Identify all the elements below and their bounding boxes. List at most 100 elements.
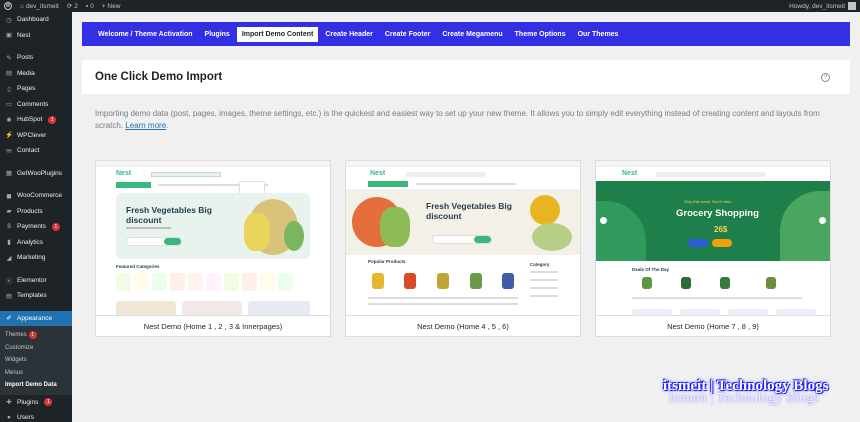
nest-icon: ▣: [5, 32, 13, 40]
wpclever-icon: ⚡: [5, 132, 14, 140]
sidebar-item-label: Templates: [17, 292, 47, 300]
sidebar-item-label: Elementor: [17, 276, 47, 284]
sidebar-item-label: HubSpot: [17, 116, 43, 124]
site-name-link[interactable]: ⌂ dev_itsmeit: [20, 0, 59, 12]
sidebar-item-posts[interactable]: ✎ Posts: [0, 50, 72, 66]
dashboard-icon: ◷: [6, 16, 12, 24]
main-content: Welcome / Theme Activation Plugins Import …: [72, 12, 860, 422]
help-icon[interactable]: ?: [821, 73, 830, 82]
sidebar-item-nest[interactable]: ▣ Nest: [0, 28, 72, 44]
nest-logo: Nest: [622, 170, 638, 177]
sidebar-item-payments[interactable]: $ Payments 1: [0, 219, 72, 235]
plugin-icon: ▦: [5, 170, 13, 178]
new-content-link[interactable]: + New: [102, 0, 121, 12]
sidebar-item-appearance[interactable]: ✐ Appearance: [0, 310, 72, 326]
demo-screenshot[interactable]: Nest Fresh Vegetables Big discount Featu…: [96, 161, 330, 316]
nest-logo: Nest: [116, 170, 132, 177]
woocommerce-icon: ◼: [6, 192, 12, 200]
tab-create-header[interactable]: Create Header: [320, 27, 377, 42]
avatar[interactable]: [848, 2, 856, 10]
sidebar-item-label: Appearance: [17, 314, 53, 322]
sidebar-item-getwooplugins[interactable]: ▦ GetWooPlugins: [0, 166, 72, 182]
sidebar-item-label: Payments: [17, 223, 46, 231]
demo-caption: Nest Demo (Home 4 , 5 , 6): [417, 322, 509, 331]
sidebar-item-contact[interactable]: ✉ Contact: [0, 143, 72, 159]
sidebar-item-label: Posts: [17, 54, 34, 62]
demo-card[interactable]: Nest Only this week. Don't miss... Groce…: [595, 160, 831, 337]
updates-link[interactable]: ⟳ 2: [67, 0, 78, 12]
sidebar-item-label: WooCommerce: [17, 192, 63, 200]
sidebar-item-products[interactable]: ▰ Products: [0, 204, 72, 220]
sidebar-item-pages[interactable]: ▯ Pages: [0, 81, 72, 97]
hubspot-icon: ✺: [6, 116, 12, 124]
sidebar-item-label: Pages: [17, 85, 36, 93]
demo-screenshot[interactable]: Nest Only this week. Don't miss... Groce…: [596, 161, 830, 316]
sidebar-item-comments[interactable]: ▭ Comments: [0, 97, 72, 113]
demo-card[interactable]: Nest Fresh Vegetables Big discount Popul…: [345, 160, 581, 337]
sidebar-item-plugins[interactable]: ✚ Plugins 1: [0, 395, 72, 411]
submenu-item-customize[interactable]: Customize: [0, 342, 72, 355]
page-title: One Click Demo Import: [95, 71, 223, 83]
submenu-item-themes[interactable]: Themes 1: [0, 329, 72, 342]
appearance-icon: ✐: [6, 315, 12, 323]
sidebar-item-label: Products: [17, 207, 43, 215]
home-icon: ⌂: [20, 2, 24, 10]
sidebar-item-label: GetWooPlugins: [17, 169, 63, 177]
comments-link[interactable]: ▪ 0: [86, 0, 94, 12]
sidebar-item-dashboard[interactable]: ◷ Dashboard: [0, 12, 72, 28]
tab-our-themes[interactable]: Our Themes: [573, 27, 624, 42]
demo-card[interactable]: Nest Fresh Vegetables Big discount Featu…: [95, 160, 331, 337]
update-count-badge: 1: [48, 115, 57, 124]
marketing-icon: ◢: [6, 254, 12, 262]
sidebar-item-media[interactable]: ▤ Media: [0, 66, 72, 82]
howdy-user[interactable]: Howdy, dev_itsmeit: [789, 3, 845, 10]
banner-headline: Fresh Vegetables Big discount: [426, 201, 512, 221]
tab-create-megamenu[interactable]: Create Megamenu: [437, 27, 507, 42]
sidebar-item-users[interactable]: ● Users: [0, 410, 72, 422]
sidebar-item-label: Dashboard: [17, 16, 49, 24]
tab-plugins[interactable]: Plugins: [200, 27, 235, 42]
sidebar-item-templates[interactable]: ▤ Templates: [0, 288, 72, 304]
intro-description: Importing demo data (post, pages, images…: [95, 109, 820, 130]
banner-headline: Grocery Shopping: [676, 208, 759, 219]
intro-text: Importing demo data (post, pages, images…: [95, 109, 820, 130]
sidebar-item-analytics[interactable]: ▮ Analytics: [0, 235, 72, 251]
sidebar-item-label: Plugins: [17, 398, 39, 406]
demo-screenshot[interactable]: Nest Fresh Vegetables Big discount Popul…: [346, 161, 580, 316]
pages-icon: ▯: [7, 85, 11, 93]
tab-theme-options[interactable]: Theme Options: [510, 27, 571, 42]
sidebar-item-marketing[interactable]: ◢ Marketing: [0, 250, 72, 266]
tab-import-demo-content[interactable]: Import Demo Content: [236, 26, 319, 42]
pin-icon: ✎: [6, 54, 12, 62]
users-icon: ●: [7, 414, 11, 422]
demo-cards: Nest Fresh Vegetables Big discount Featu…: [95, 160, 831, 337]
media-icon: ▤: [5, 70, 13, 78]
plugins-icon: ✚: [6, 399, 12, 407]
tab-create-footer[interactable]: Create Footer: [380, 27, 436, 42]
comments-icon: ▭: [5, 101, 13, 109]
refresh-icon: ⟳: [66, 3, 73, 10]
submenu-item-widgets[interactable]: Widgets: [0, 354, 72, 367]
comment-icon: ▪: [85, 2, 89, 10]
learn-more-link[interactable]: Learn more: [125, 121, 166, 130]
sidebar-item-wpclever[interactable]: ⚡ WPClever: [0, 128, 72, 144]
admin-sidebar: ◷ Dashboard ▣ Nest ✎ Posts ▤ Media ▯ Pages ▭ Commen…: [0, 12, 72, 422]
analytics-icon: ▮: [7, 239, 11, 247]
appearance-submenu: Themes 1 Customize Widgets Menus Import Demo …: [0, 326, 72, 395]
submenu-item-import-demo-data[interactable]: Import Demo Data: [0, 379, 72, 392]
sidebar-item-label: WPClever: [17, 131, 47, 139]
sidebar-item-label: Nest: [17, 31, 31, 39]
sidebar-item-label: Analytics: [17, 238, 44, 246]
sidebar-item-elementor[interactable]: ⓔ Elementor: [0, 273, 72, 289]
theme-tabs-nav: Welcome / Theme Activation Plugins Import …: [82, 22, 850, 46]
sidebar-item-label: Marketing: [17, 254, 46, 262]
products-icon: ▰: [6, 208, 12, 216]
sidebar-item-woocommerce[interactable]: ◼ WooCommerce: [0, 188, 72, 204]
sidebar-item-label: Users: [17, 414, 34, 422]
update-count-badge: 1: [51, 222, 60, 231]
tab-welcome-theme-activation[interactable]: Welcome / Theme Activation: [93, 27, 198, 42]
submenu-item-menus[interactable]: Menus: [0, 367, 72, 380]
wordpress-logo-icon[interactable]: W: [4, 2, 12, 10]
sidebar-item-label: Media: [17, 69, 35, 77]
sidebar-item-hubspot[interactable]: ✺ HubSpot 1: [0, 112, 72, 128]
